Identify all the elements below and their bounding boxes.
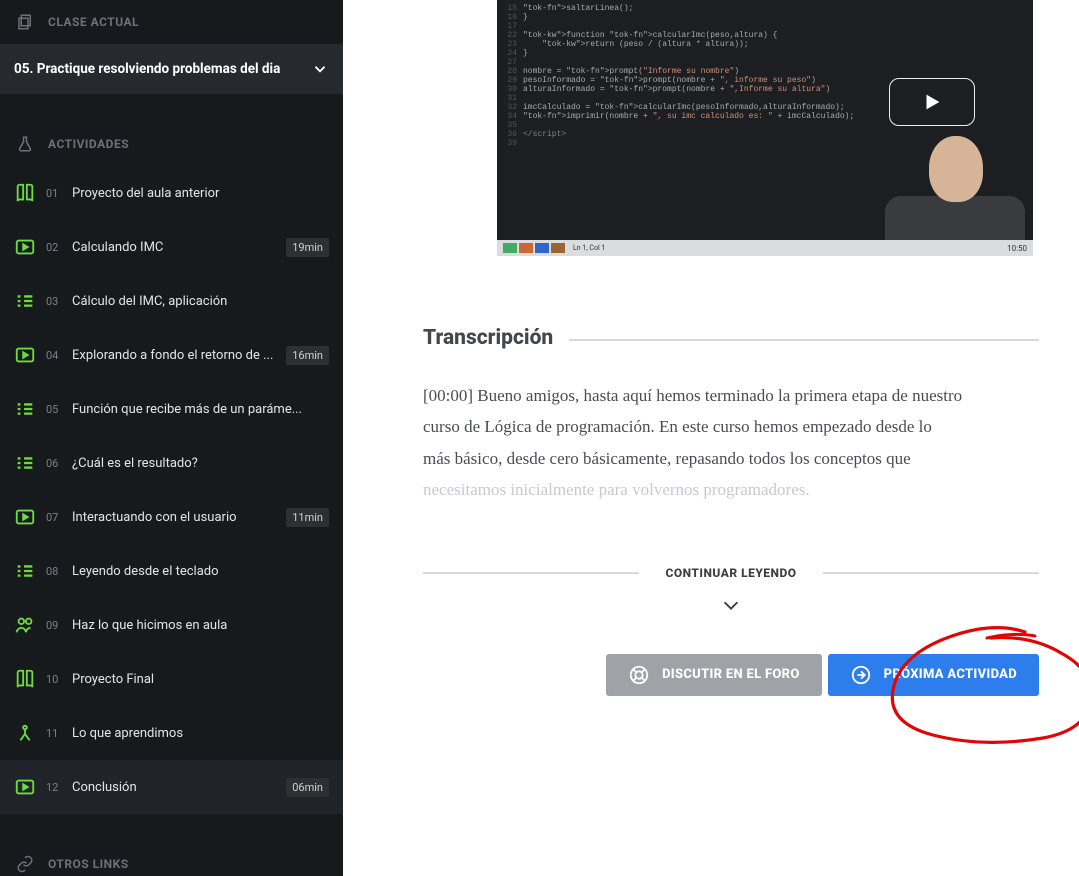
activity-item[interactable]: 05 Función que recibe más de un paráme... xyxy=(0,382,343,436)
presenter-thumbnail xyxy=(885,118,1025,248)
section-activities: ACTIVIDADES xyxy=(0,122,343,166)
activity-label: Calculando IMC xyxy=(72,240,276,255)
sidebar: CLASE ACTUAL 05. Practique resolviendo p… xyxy=(0,0,343,876)
activity-index: 12 xyxy=(46,781,62,794)
flask-icon xyxy=(16,135,34,153)
activity-label: Interactuando con el usuario xyxy=(72,510,276,525)
activity-label: Lo que aprendimos xyxy=(72,726,329,741)
link-icon xyxy=(16,855,34,873)
activity-index: 03 xyxy=(46,295,62,308)
activity-label: Haz lo que hicimos en aula xyxy=(72,618,329,633)
activity-label: Leyendo desde el teclado xyxy=(72,564,329,579)
activity-item[interactable]: 02 Calculando IMC 19min xyxy=(0,220,343,274)
activity-label: Proyecto del aula anterior xyxy=(72,186,329,201)
activity-item[interactable]: 12 Conclusión 06min xyxy=(0,760,343,814)
discuss-forum-label: DISCUTIR EN EL FORO xyxy=(662,667,800,682)
activity-label: Proyecto Final xyxy=(72,672,329,687)
star-icon xyxy=(14,722,36,744)
activity-index: 02 xyxy=(46,241,62,254)
section-activities-label: ACTIVIDADES xyxy=(48,137,129,151)
activity-index: 06 xyxy=(46,457,62,470)
video-statusbar: Ln 1, Col 1 10:50 xyxy=(497,240,1033,256)
activity-index: 09 xyxy=(46,619,62,632)
activity-index: 08 xyxy=(46,565,62,578)
continue-reading[interactable]: CONTINUAR LEYENDO xyxy=(423,566,1039,616)
transcription-visible: [00:00] Bueno amigos, hasta aquí hemos t… xyxy=(423,386,962,468)
section-other-links-label: OTROS LINKS xyxy=(48,857,129,871)
transcription-faded: necesitamos inicialmente para volvernos … xyxy=(423,480,810,499)
current-class-title: 05. Practique resolviendo problemas del … xyxy=(14,61,280,77)
activity-item[interactable]: 11 Lo que aprendimos xyxy=(0,706,343,760)
chevron-down-icon xyxy=(311,60,329,78)
activity-label: Conclusión xyxy=(72,780,276,795)
activity-label: Explorando a fondo el retorno de ... xyxy=(72,348,276,363)
activity-duration: 11min xyxy=(286,508,329,527)
activity-item[interactable]: 06 ¿Cuál es el resultado? xyxy=(0,436,343,490)
section-other-links: OTROS LINKS xyxy=(0,842,343,876)
code-editor-preview: 15"tok-fn">saltarLinea();16}1722"tok-kw"… xyxy=(497,0,862,256)
activity-index: 04 xyxy=(46,349,62,362)
statusbar-time: 10:50 xyxy=(1007,244,1027,253)
activity-index: 10 xyxy=(46,673,62,686)
book-icon xyxy=(14,182,36,204)
people-icon xyxy=(14,614,36,636)
activity-item[interactable]: 10 Proyecto Final xyxy=(0,652,343,706)
next-activity-button[interactable]: PRÓXIMA ACTIVIDAD xyxy=(828,654,1039,696)
activity-item[interactable]: 07 Interactuando con el usuario 11min xyxy=(0,490,343,544)
next-activity-label: PRÓXIMA ACTIVIDAD xyxy=(884,667,1017,682)
activity-index: 01 xyxy=(46,187,62,200)
activity-item[interactable]: 01 Proyecto del aula anterior xyxy=(0,166,343,220)
task-icon xyxy=(14,560,36,582)
activity-index: 05 xyxy=(46,403,62,416)
activity-index: 07 xyxy=(46,511,62,524)
action-buttons-row: DISCUTIR EN EL FORO PRÓXIMA ACTIVIDAD xyxy=(423,654,1039,696)
discuss-forum-button[interactable]: DISCUTIR EN EL FORO xyxy=(606,654,822,696)
task-icon xyxy=(14,452,36,474)
video-icon xyxy=(14,236,36,258)
activity-label: Cálculo del IMC, aplicación xyxy=(72,294,329,309)
activity-duration: 06min xyxy=(286,778,329,797)
activity-list: 01 Proyecto del aula anterior 02 Calculando… xyxy=(0,166,343,814)
chevron-down-icon xyxy=(423,594,1039,616)
transcription-section: Transcripción [00:00] Bueno amigos, hast… xyxy=(423,326,1039,506)
transcription-text: [00:00] Bueno amigos, hasta aquí hemos t… xyxy=(423,380,963,506)
activity-item[interactable]: 03 Cálculo del IMC, aplicación xyxy=(0,274,343,328)
lesson-video-preview[interactable]: 15"tok-fn">saltarLinea();16}1722"tok-kw"… xyxy=(497,0,1033,256)
statusbar-position: Ln 1, Col 1 xyxy=(573,244,605,252)
activity-index: 11 xyxy=(46,727,62,740)
section-current-class-label: CLASE ACTUAL xyxy=(48,15,139,29)
activity-duration: 19min xyxy=(286,238,329,257)
video-icon xyxy=(14,776,36,798)
activity-label: Función que recibe más de un paráme... xyxy=(72,402,329,417)
section-current-class: CLASE ACTUAL xyxy=(0,0,343,44)
task-icon xyxy=(14,398,36,420)
transcription-title: Transcripción xyxy=(423,326,553,350)
activity-duration: 16min xyxy=(286,346,329,365)
continue-reading-label: CONTINUAR LEYENDO xyxy=(665,566,796,580)
video-icon xyxy=(14,506,36,528)
current-class-row[interactable]: 05. Practique resolviendo problemas del … xyxy=(0,44,343,94)
activity-item[interactable]: 04 Explorando a fondo el retorno de ... 16… xyxy=(0,328,343,382)
activity-item[interactable]: 09 Haz lo que hicimos en aula xyxy=(0,598,343,652)
main-content: 15"tok-fn">saltarLinea();16}1722"tok-kw"… xyxy=(343,0,1079,876)
task-icon xyxy=(14,290,36,312)
copy-icon xyxy=(16,13,34,31)
activity-item[interactable]: 08 Leyendo desde el teclado xyxy=(0,544,343,598)
book-icon xyxy=(14,668,36,690)
activity-label: ¿Cuál es el resultado? xyxy=(72,456,329,471)
arrow-right-circle-icon xyxy=(850,664,872,686)
video-icon xyxy=(14,344,36,366)
lifebuoy-icon xyxy=(628,664,650,686)
